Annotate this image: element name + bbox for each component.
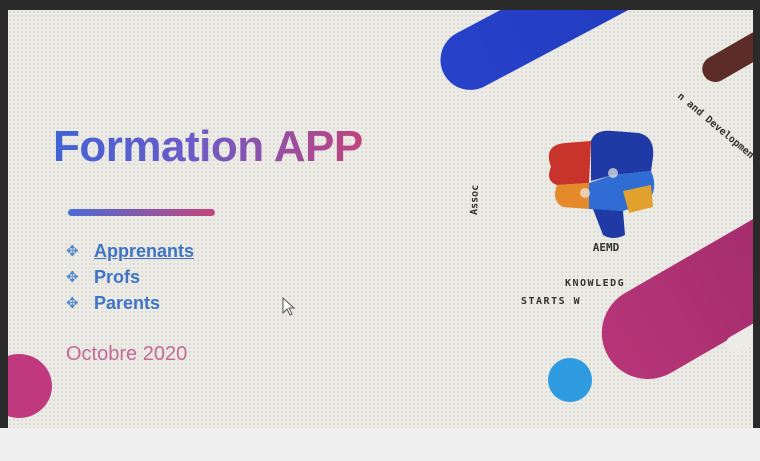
blue-circle-dot [548, 358, 592, 402]
presentation-slide: Formation APP ✥ Apprenants ✥ Profs ✥ Par… [8, 10, 753, 428]
screen-bezel [0, 428, 760, 461]
logo-name: AEMD [593, 241, 620, 254]
brain-puzzle-icon [548, 130, 655, 238]
logo-arc-left: Assoc [469, 185, 481, 215]
bullet-label[interactable]: Apprenants [94, 241, 194, 262]
slide-title: Formation APP [53, 122, 363, 171]
title-underline [68, 209, 215, 216]
bullet-label: Parents [94, 292, 161, 313]
brown-decor-shape [697, 19, 753, 87]
pink-circle-left [8, 354, 52, 418]
diamond-bullet-icon: ✥ [66, 269, 79, 286]
slide-date: Octobre 2020 [66, 343, 188, 365]
list-item: ✥ Parents [66, 290, 194, 316]
logo-arc-right: n and Development [675, 91, 753, 165]
diamond-bullet-icon: ✥ [66, 295, 79, 312]
bullet-list: ✥ Apprenants ✥ Profs ✥ Parents [66, 238, 194, 316]
logo-tagline-line1: KNOWLEDG [565, 278, 625, 289]
logo-tagline-line2: STARTS W [521, 296, 581, 307]
diamond-bullet-icon: ✥ [66, 243, 79, 260]
aemd-logo: Assoc n and Development AEMD KNOWLEDG ST… [469, 91, 753, 307]
bullet-label: Profs [94, 266, 141, 287]
mouse-cursor-icon [282, 297, 296, 316]
list-item: ✥ Profs [66, 264, 194, 290]
list-item[interactable]: ✥ Apprenants [66, 238, 194, 264]
